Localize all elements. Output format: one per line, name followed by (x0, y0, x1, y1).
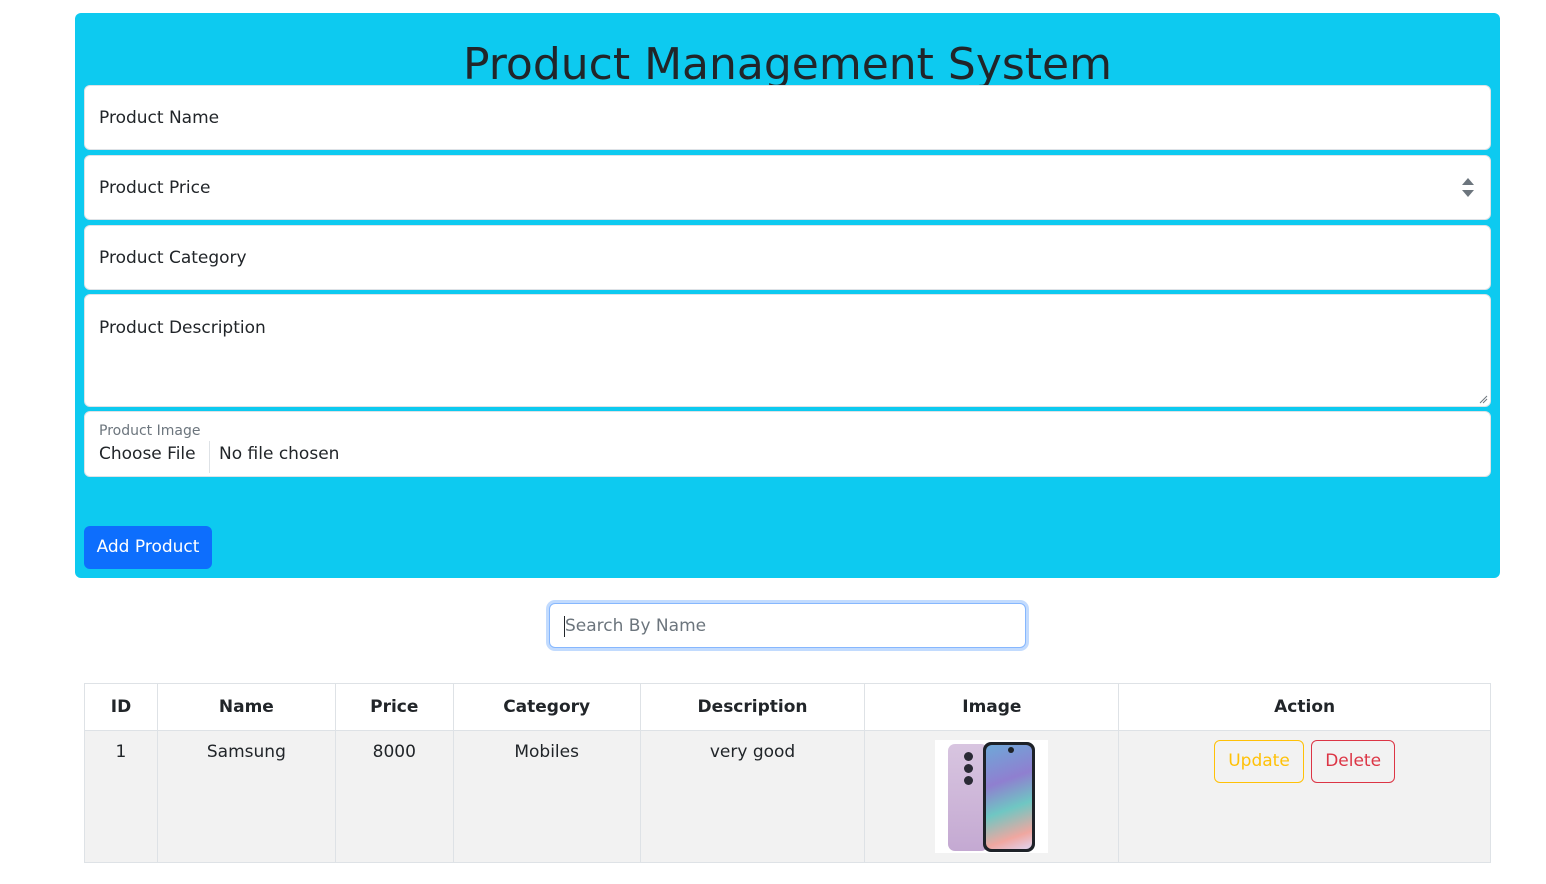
product-price-input[interactable]: Product Price (84, 155, 1491, 220)
header-name: Name (156, 683, 336, 731)
camera-lens-icon (964, 764, 974, 773)
number-spinner-icon[interactable] (1462, 178, 1474, 198)
search-input[interactable]: Search By Name (549, 603, 1026, 648)
phone-front-image (983, 742, 1036, 852)
cell-category: Mobiles (452, 730, 641, 863)
header-category: Category (452, 683, 641, 731)
header-price: Price (334, 683, 454, 731)
camera-lens-icon (964, 752, 974, 761)
header-id: ID (84, 683, 158, 731)
camera-lens-icon (964, 776, 974, 785)
product-description-textarea[interactable]: Product Description (84, 294, 1491, 407)
cell-id: 1 (84, 730, 158, 863)
choose-file-button[interactable]: Choose File (99, 441, 210, 473)
delete-button[interactable]: Delete (1311, 740, 1396, 783)
header-image: Image (864, 683, 1120, 731)
cell-price: 8000 (334, 730, 454, 863)
phone-notch (1008, 747, 1015, 753)
resize-handle-icon[interactable] (1478, 394, 1488, 404)
phone-back-image (948, 744, 989, 851)
product-image-label: Product Image (99, 423, 201, 439)
add-product-button[interactable]: Add Product (84, 526, 212, 569)
update-button[interactable]: Update (1214, 740, 1304, 783)
cell-description: very good (639, 730, 866, 863)
product-name-input[interactable]: Product Name (84, 85, 1491, 150)
phone-image (935, 740, 1049, 853)
product-image-file-input[interactable]: Product Image Choose File No file chosen (84, 411, 1491, 477)
header-description: Description (639, 683, 866, 731)
product-form-panel: Product Management System Product Name P… (75, 13, 1500, 578)
no-file-chosen-text: No file chosen (219, 444, 340, 464)
cell-name: Samsung (156, 730, 336, 863)
product-category-placeholder: Product Category (99, 248, 247, 268)
product-description-placeholder: Product Description (99, 318, 266, 338)
header-action: Action (1118, 683, 1491, 731)
search-placeholder: Search By Name (565, 616, 707, 636)
spinner-down-icon[interactable] (1462, 190, 1474, 197)
product-price-placeholder: Product Price (99, 178, 211, 198)
table-header-row: ID Name Price Category Description Image… (84, 683, 1491, 731)
product-category-input[interactable]: Product Category (84, 225, 1491, 290)
cell-image (864, 730, 1120, 863)
product-name-placeholder: Product Name (99, 108, 220, 128)
table-row: 1 Samsung 8000 Mobiles very good Update … (84, 730, 1491, 863)
products-table: ID Name Price Category Description Image… (84, 683, 1491, 863)
cell-action: Update Delete (1118, 730, 1491, 863)
spinner-up-icon[interactable] (1462, 178, 1474, 185)
phone-screen (986, 745, 1033, 849)
